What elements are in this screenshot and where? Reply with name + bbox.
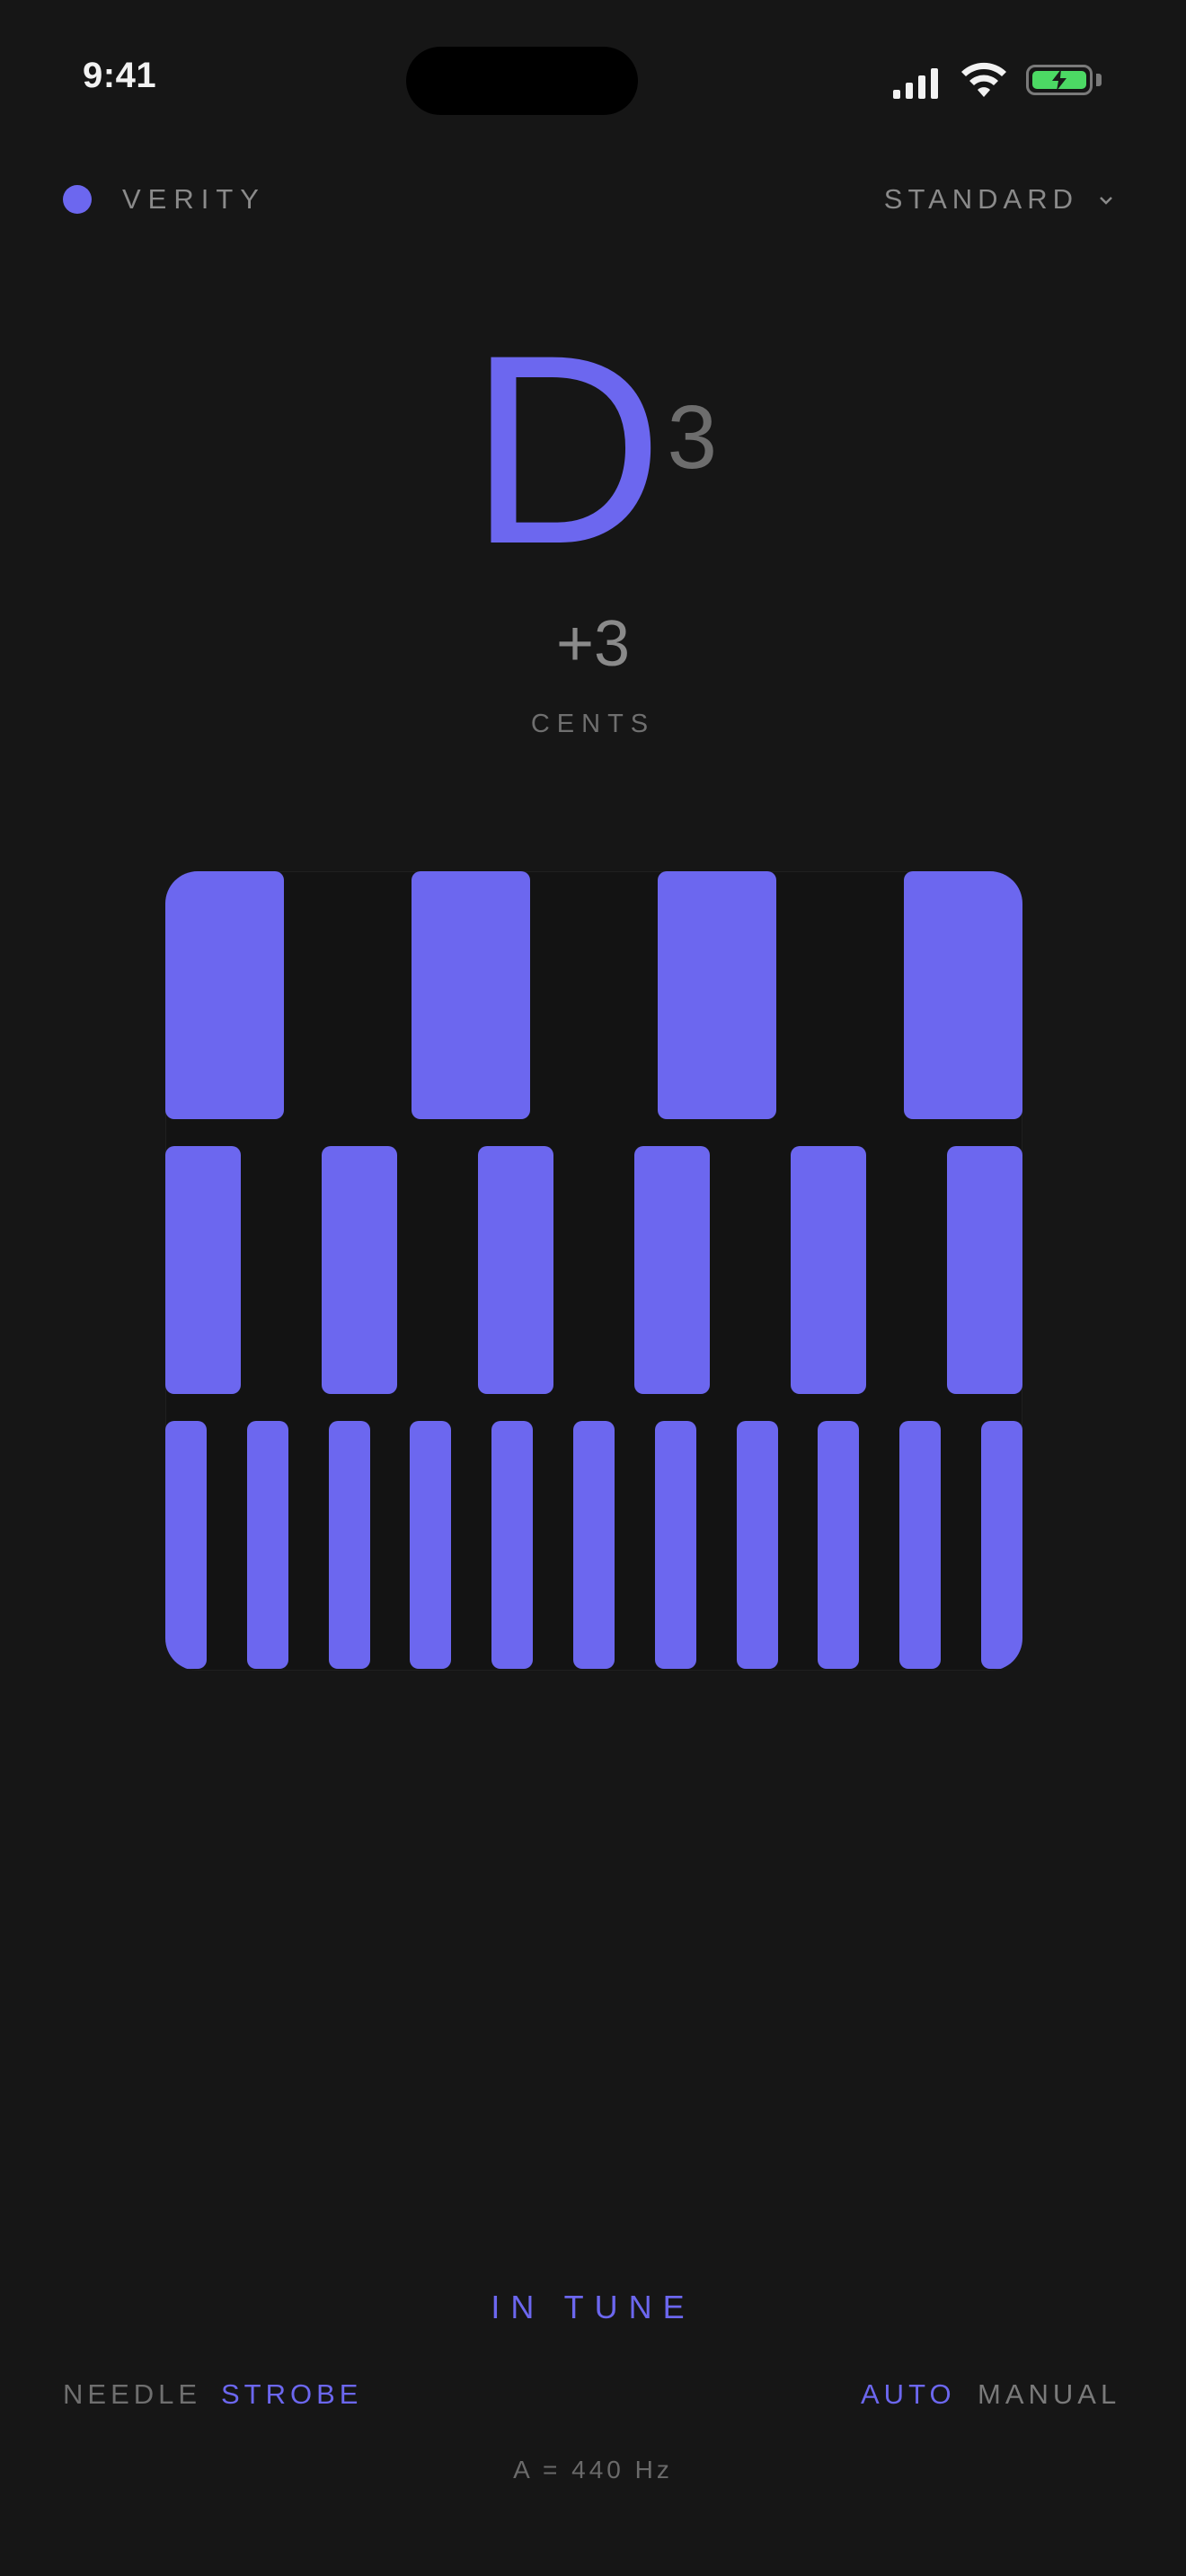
cellular-signal-icon: [893, 66, 940, 99]
strobe-bar: [818, 1421, 859, 1669]
mode-manual[interactable]: MANUAL: [978, 2378, 1120, 2411]
strobe-band-1: [165, 871, 1022, 1119]
charging-bolt-icon: [1052, 69, 1067, 91]
chevron-down-icon[interactable]: [1098, 192, 1114, 208]
strobe-bar: [165, 1146, 241, 1394]
note-octave: 3: [667, 387, 718, 488]
note-letter: D: [468, 298, 664, 600]
strobe-bar: [634, 1146, 710, 1394]
mode-needle[interactable]: NEEDLE: [63, 2378, 201, 2411]
strobe-bar: [322, 1146, 397, 1394]
brand-name: VERITY: [122, 183, 266, 215]
cents-value: +3: [555, 608, 631, 680]
strobe-bar: [478, 1146, 553, 1394]
brand-dot-icon: [63, 185, 92, 214]
strobe-bar: [981, 1421, 1022, 1669]
tuning-selector[interactable]: STANDARD: [884, 183, 1078, 216]
reference-pitch[interactable]: A = 440 Hz: [0, 2456, 1186, 2484]
dynamic-island: [406, 47, 638, 115]
strobe-bar: [655, 1421, 696, 1669]
strobe-bar: [165, 1421, 207, 1669]
mode-strobe[interactable]: STROBE: [221, 2378, 362, 2411]
strobe-bar: [899, 1421, 941, 1669]
strobe-bar: [410, 1421, 451, 1669]
battery-cap: [1096, 74, 1102, 86]
strobe-band-2: [165, 1146, 1022, 1394]
strobe-bar: [904, 871, 1022, 1119]
strobe-bar: [737, 1421, 778, 1669]
wifi-icon: [961, 62, 1006, 97]
strobe-bar: [329, 1421, 370, 1669]
strobe-bar: [247, 1421, 288, 1669]
strobe-band-3: [165, 1421, 1022, 1669]
strobe-bar: [165, 871, 284, 1119]
strobe-bar: [491, 1421, 533, 1669]
strobe-display: [165, 871, 1022, 1671]
note-display: D3: [0, 298, 1186, 600]
strobe-bar: [947, 1146, 1022, 1394]
cents-label: CENTS: [530, 710, 656, 738]
strobe-bar: [412, 871, 530, 1119]
tuning-status: IN TUNE: [491, 2289, 695, 2325]
strobe-bar: [573, 1421, 615, 1669]
strobe-bar: [791, 1146, 866, 1394]
strobe-bar: [658, 871, 776, 1119]
status-time: 9:41: [83, 56, 157, 95]
mode-auto[interactable]: AUTO: [861, 2378, 956, 2411]
